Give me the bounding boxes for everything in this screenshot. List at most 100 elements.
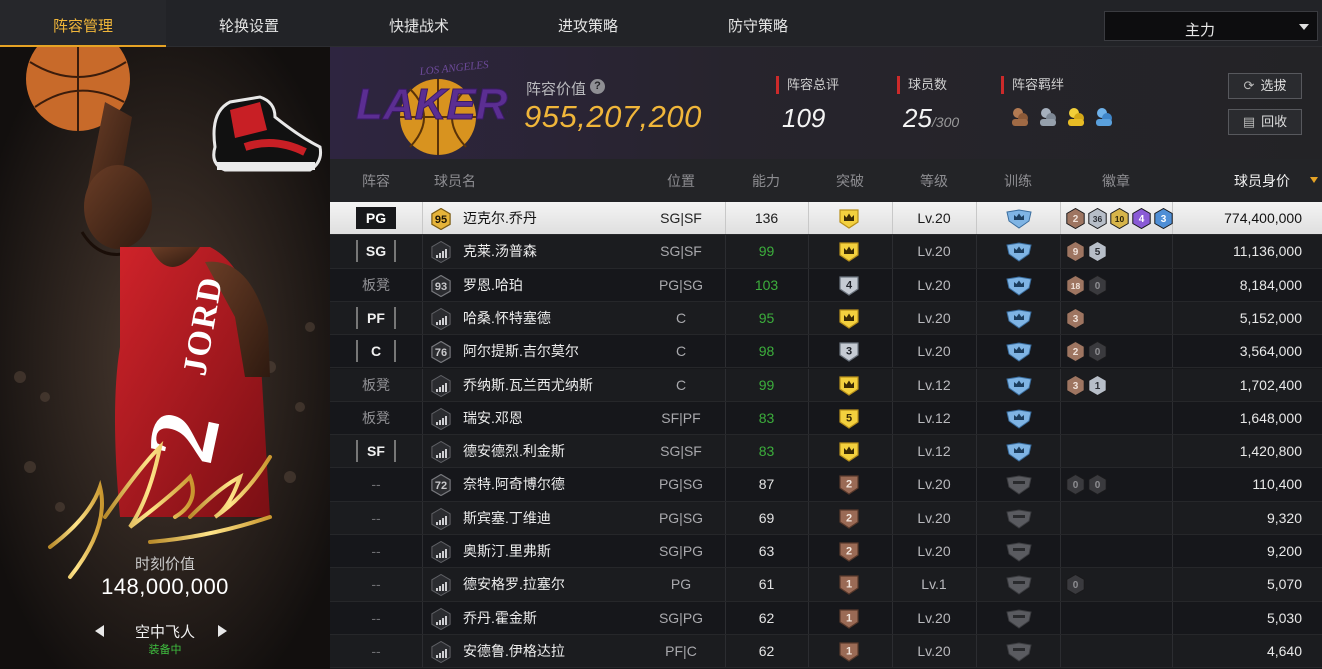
- col-header-ability[interactable]: 能力: [725, 159, 807, 202]
- player-name[interactable]: 阿尔提斯.吉尔莫尔: [463, 335, 579, 368]
- table-row[interactable]: SG 克莱.汤普森 SG|SF 99 Lv.20 9 5 11,136,000: [330, 235, 1322, 269]
- signal-bars-icon: [431, 307, 451, 330]
- lineup-role-cell[interactable]: --: [330, 502, 422, 535]
- prev-skin-arrow-icon[interactable]: [95, 625, 104, 637]
- column-divider: [976, 601, 977, 635]
- table-row[interactable]: -- 72 奈特.阿奇博尔德 PG|SG 87 2 Lv.20 0 0 110,400: [330, 468, 1322, 502]
- skin-name: 空中飞人: [134, 624, 195, 641]
- player-name[interactable]: 迈克尔.乔丹: [463, 202, 537, 235]
- lineup-role: --: [371, 543, 381, 559]
- refresh-icon: ⟳: [1243, 78, 1255, 93]
- badge-count: 2: [1073, 347, 1079, 358]
- table-row[interactable]: SF 德安德烈.利金斯 SG|SF 83 Lv.12 1,420,800: [330, 435, 1322, 469]
- lineup-role-cell[interactable]: --: [330, 468, 422, 501]
- lineup-role: PF: [356, 306, 396, 329]
- tab-rotation-settings[interactable]: 轮换设置: [166, 0, 332, 47]
- recycle-button[interactable]: ▤ 回收: [1228, 109, 1302, 135]
- column-divider: [1172, 268, 1173, 302]
- lineup-role-cell[interactable]: --: [330, 635, 422, 668]
- svg-text:LAKERS: LAKERS: [356, 80, 508, 129]
- badge-count: 9: [1073, 247, 1079, 258]
- table-row[interactable]: 板凳 乔纳斯.瓦兰西尤纳斯 C 99 Lv.12 3 1 1,702,400: [330, 368, 1322, 403]
- column-divider: [1172, 435, 1173, 469]
- player-name[interactable]: 安德鲁.伊格达拉: [463, 635, 565, 668]
- lineup-select-dropdown[interactable]: 主力: [1104, 11, 1318, 41]
- column-divider: [422, 301, 423, 335]
- lineup-role-cell[interactable]: --: [330, 602, 422, 635]
- table-row[interactable]: 板凳 瑞安.邓恩 SF|PF 83 5 Lv.12 1,648,000: [330, 401, 1322, 436]
- player-name[interactable]: 奈特.阿奇博尔德: [463, 468, 565, 501]
- lineup-role-cell[interactable]: SG: [330, 235, 422, 268]
- player-value: 1,702,400: [1239, 376, 1302, 393]
- player-value: 774,400,000: [1224, 210, 1302, 226]
- player-level: Lv.20: [917, 642, 951, 659]
- column-divider: [422, 335, 423, 369]
- table-row[interactable]: C 76 阿尔提斯.吉尔莫尔 C 98 3 Lv.20 2 0 3,564,000: [330, 335, 1322, 369]
- table-row[interactable]: -- 德安格罗.拉塞尔 PG 61 1 Lv.1 0 5,070: [330, 568, 1322, 602]
- lineup-bonds-label: 阵容羁绊: [1001, 76, 1064, 94]
- player-name[interactable]: 奥斯汀.里弗斯: [463, 535, 551, 568]
- player-name[interactable]: 克莱.汤普森: [463, 235, 537, 268]
- scout-button[interactable]: ⟳ 选拔: [1228, 73, 1302, 99]
- breakthrough-level-icon: 5: [839, 409, 859, 429]
- training-shield-icon: [1006, 209, 1032, 229]
- lineup-role-cell[interactable]: --: [330, 568, 422, 601]
- player-name[interactable]: 斯宾塞.丁维迪: [463, 502, 551, 535]
- col-header-level[interactable]: 等级: [892, 159, 976, 202]
- col-header-training[interactable]: 训练: [976, 159, 1060, 202]
- col-header-breakthrough[interactable]: 突破: [808, 159, 892, 202]
- table-row[interactable]: PF 哈桑.怀特塞德 C 95 Lv.20 3 5,152,000: [330, 301, 1322, 336]
- column-divider: [1172, 601, 1173, 635]
- lineup-role-cell[interactable]: 板凳: [330, 369, 422, 402]
- bond-icons[interactable]: [1009, 105, 1129, 131]
- signal-bars-icon: [431, 607, 451, 630]
- player-level: Lv.20: [917, 243, 951, 260]
- tab-offense-strategy[interactable]: 进攻策略: [505, 0, 671, 47]
- bronze-badge-icon: 3: [1066, 374, 1085, 396]
- table-row[interactable]: -- 奥斯汀.里弗斯 SG|PG 63 2 Lv.20 9,200: [330, 535, 1322, 569]
- tab-quick-tactics[interactable]: 快捷战术: [336, 0, 502, 47]
- player-name[interactable]: 瑞安.邓恩: [463, 402, 523, 435]
- player-name[interactable]: 罗恩.哈珀: [463, 269, 523, 302]
- table-row[interactable]: -- 乔丹.霍金斯 SG|PG 62 1 Lv.20 5,030: [330, 601, 1322, 636]
- lineup-role-cell[interactable]: 板凳: [330, 402, 422, 435]
- player-name[interactable]: 乔丹.霍金斯: [463, 602, 537, 635]
- training-shield-icon: [1006, 609, 1032, 629]
- table-row[interactable]: 板凳 93 罗恩.哈珀 PG|SG 103 4 Lv.20 18 0 8,184,000: [330, 268, 1322, 303]
- col-header-player-value[interactable]: 球员身价: [1210, 159, 1322, 202]
- table-row[interactable]: -- 斯宾塞.丁维迪 PG|SG 69 2 Lv.20 9,320: [330, 501, 1322, 536]
- breakthrough-level: 2: [846, 546, 852, 558]
- bronze-badge-icon: 2: [1066, 341, 1085, 363]
- next-skin-arrow-icon[interactable]: [218, 625, 227, 637]
- player-position: PG|SG: [658, 476, 704, 493]
- player-level: Lv.20: [917, 309, 951, 326]
- lineup-role-cell[interactable]: SF: [330, 435, 422, 468]
- player-name[interactable]: 哈桑.怀特塞德: [463, 302, 551, 335]
- table-row[interactable]: -- 安德鲁.伊格达拉 PF|C 62 1 Lv.20 4,640: [330, 634, 1322, 669]
- lineup-role-cell[interactable]: --: [330, 535, 422, 568]
- column-divider: [976, 435, 977, 469]
- col-header-lineup[interactable]: 阵容: [330, 159, 422, 202]
- player-name[interactable]: 德安德烈.利金斯: [463, 435, 565, 468]
- lineup-role-cell[interactable]: PF: [330, 302, 422, 335]
- lineup-role: PG: [356, 207, 396, 229]
- player-name[interactable]: 乔纳斯.瓦兰西尤纳斯: [463, 369, 593, 402]
- player-name[interactable]: 德安格罗.拉塞尔: [463, 568, 565, 601]
- lineup-role-cell[interactable]: PG: [330, 202, 422, 235]
- col-header-position[interactable]: 位置: [635, 159, 727, 202]
- table-row[interactable]: PG 95 迈克尔.乔丹 SG|SF 136 Lv.20 2 36 10 4 3 774,400,00…: [330, 202, 1322, 236]
- lineup-role-cell[interactable]: C: [330, 335, 422, 368]
- tab-defense-strategy[interactable]: 防守策略: [675, 0, 841, 47]
- help-icon[interactable]: ?: [590, 79, 605, 94]
- lineup-role-cell[interactable]: 板凳: [330, 269, 422, 302]
- col-header-badges[interactable]: 徽章: [1060, 159, 1172, 202]
- lineup-role: --: [371, 609, 381, 626]
- col-header-name[interactable]: 球员名: [422, 159, 488, 202]
- column-divider: [422, 468, 423, 502]
- column-divider: [422, 501, 423, 535]
- column-divider: [1172, 368, 1173, 402]
- svg-text:LOS ANGELES: LOS ANGELES: [418, 59, 490, 78]
- tab-lineup-management[interactable]: 阵容管理: [0, 0, 166, 47]
- badge-list: 20: [1065, 341, 1109, 363]
- player-value: 5,030: [1266, 609, 1302, 626]
